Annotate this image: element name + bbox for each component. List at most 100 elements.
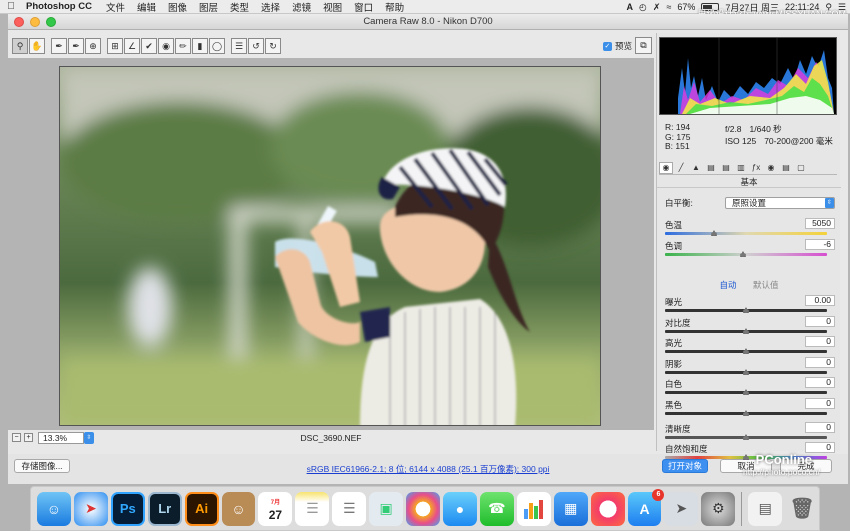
clarity-slider[interactable]: 清晰度 0: [665, 422, 835, 443]
open-object-button[interactable]: 打开对象: [662, 459, 708, 473]
slider-thumb[interactable]: [743, 348, 749, 354]
system-preferences-icon[interactable]: ⚙: [701, 491, 736, 526]
app-menu[interactable]: Photoshop CC: [22, 1, 100, 12]
menu-edit[interactable]: 编辑: [131, 0, 162, 14]
photos-icon[interactable]: [406, 491, 441, 526]
slider-value[interactable]: 0: [805, 357, 835, 368]
slider-thumb[interactable]: [743, 369, 749, 375]
snapshots-tab-icon[interactable]: ▢: [794, 162, 808, 174]
preview-checkbox[interactable]: ✓: [602, 41, 612, 51]
tint-slider[interactable]: 色调 -6: [665, 239, 835, 260]
menu-window[interactable]: 窗口: [348, 0, 379, 14]
zoom-tool-icon[interactable]: ⚲: [12, 38, 28, 54]
hand-tool-icon[interactable]: ✋: [29, 38, 45, 54]
apple-menu-icon[interactable]: : [0, 1, 22, 12]
safari-icon[interactable]: ➤: [73, 491, 108, 526]
bluetooth-icon[interactable]: ✗: [653, 2, 661, 13]
preview-image[interactable]: [59, 66, 601, 426]
timemachine-icon[interactable]: ◴: [639, 2, 647, 13]
whites-slider[interactable]: 白色 0: [665, 377, 835, 398]
slider-track[interactable]: [665, 253, 827, 256]
app-store-icon[interactable]: A6: [627, 488, 665, 526]
adobe-icon[interactable]: A: [627, 2, 634, 12]
slider-thumb[interactable]: [743, 389, 749, 395]
preview-app-icon[interactable]: ▣: [369, 491, 404, 526]
lens-corrections-tab-icon[interactable]: ▥: [734, 162, 748, 174]
radial-filter-icon[interactable]: ◯: [209, 38, 225, 54]
camera-calibration-tab-icon[interactable]: ◉: [764, 162, 778, 174]
photoshop-icon[interactable]: Ps: [110, 491, 145, 526]
slider-value[interactable]: 0.00: [805, 295, 835, 306]
tone-curve-tab-icon[interactable]: ╱: [674, 162, 688, 174]
slider-track[interactable]: [665, 232, 827, 235]
basic-tab-icon[interactable]: ◉: [659, 161, 673, 174]
graduated-filter-icon[interactable]: ▮: [192, 38, 208, 54]
slider-value[interactable]: -6: [805, 239, 835, 250]
spot-removal-tool-icon[interactable]: ✔: [141, 38, 157, 54]
menu-image[interactable]: 图像: [162, 0, 193, 14]
slider-value[interactable]: 5050: [805, 218, 835, 229]
crop-tool-icon[interactable]: ⊞: [107, 38, 123, 54]
fullscreen-toggle-icon[interactable]: ⧉: [635, 37, 652, 54]
white-balance-tool-icon[interactable]: ✒: [51, 38, 67, 54]
white-balance-select[interactable]: 原照设置 ⇳: [725, 197, 835, 209]
calendar-icon[interactable]: 7月 27: [258, 491, 293, 526]
contacts-icon[interactable]: ☺: [221, 491, 256, 526]
shadows-slider[interactable]: 阴影 0: [665, 357, 835, 378]
menu-view[interactable]: 视图: [317, 0, 348, 14]
menu-filter[interactable]: 滤镜: [286, 0, 317, 14]
exposure-slider[interactable]: 曝光 0.00: [665, 295, 835, 316]
slider-thumb[interactable]: [743, 307, 749, 313]
keynote-icon[interactable]: ▦: [553, 491, 588, 526]
slider-value[interactable]: 0: [805, 316, 835, 327]
slider-value[interactable]: 0: [805, 398, 835, 409]
document-icon[interactable]: ▤: [748, 491, 783, 526]
preview-toggle[interactable]: ✓ 预览: [602, 40, 632, 52]
menu-layer[interactable]: 图层: [193, 0, 224, 14]
targeted-adjustment-tool-icon[interactable]: ⊕: [85, 38, 101, 54]
red-eye-tool-icon[interactable]: ◉: [158, 38, 174, 54]
straighten-tool-icon[interactable]: ∠: [124, 38, 140, 54]
slider-value[interactable]: 0: [805, 336, 835, 347]
detail-tab-icon[interactable]: ▲: [689, 162, 703, 174]
launchpad-icon[interactable]: ➤: [664, 491, 699, 526]
menu-select[interactable]: 选择: [255, 0, 286, 14]
adjustment-brush-icon[interactable]: ✏: [175, 38, 191, 54]
default-link[interactable]: 默认值: [753, 280, 779, 290]
finder-icon[interactable]: ☺: [37, 491, 71, 526]
hsl-tab-icon[interactable]: ▤: [704, 162, 718, 174]
rotate-left-icon[interactable]: ↺: [248, 38, 264, 54]
rotate-right-icon[interactable]: ↻: [265, 38, 281, 54]
effects-tab-icon[interactable]: ƒx: [749, 162, 763, 174]
menu-help[interactable]: 帮助: [379, 0, 410, 14]
wifi-icon[interactable]: ≈: [666, 2, 671, 12]
slider-thumb[interactable]: [743, 434, 749, 440]
slider-value[interactable]: 0: [805, 377, 835, 388]
numbers-icon[interactable]: [516, 491, 551, 526]
illustrator-icon[interactable]: Ai: [184, 491, 219, 526]
messages-icon[interactable]: ●: [443, 491, 477, 526]
slider-thumb[interactable]: [743, 454, 749, 460]
temperature-slider[interactable]: 色温 5050: [665, 218, 835, 239]
slider-thumb[interactable]: [739, 251, 746, 257]
contrast-slider[interactable]: 对比度 0: [665, 316, 835, 337]
trash-icon[interactable]: 🗑: [785, 492, 819, 526]
slider-value[interactable]: 0: [805, 422, 835, 433]
menu-file[interactable]: 文件: [100, 0, 131, 14]
preferences-icon[interactable]: ☰: [231, 38, 247, 54]
slider-thumb[interactable]: [743, 328, 749, 334]
battery-label[interactable]: 67%: [677, 2, 695, 12]
blacks-slider[interactable]: 黑色 0: [665, 398, 835, 419]
vibrance-slider[interactable]: 自然饱和度 0: [665, 442, 835, 460]
split-toning-tab-icon[interactable]: ▤: [719, 162, 733, 174]
slider-thumb[interactable]: [743, 410, 749, 416]
auto-link[interactable]: 自动: [720, 280, 737, 290]
menu-type[interactable]: 类型: [224, 0, 255, 14]
slider-thumb[interactable]: [710, 230, 717, 236]
facetime-icon[interactable]: ☎: [479, 491, 514, 526]
presets-tab-icon[interactable]: ▤: [779, 162, 793, 174]
itunes-icon[interactable]: ♫: [590, 491, 625, 526]
reminders-icon[interactable]: ☰: [332, 491, 367, 526]
notes-icon[interactable]: ☰: [295, 491, 330, 526]
highlights-slider[interactable]: 高光 0: [665, 336, 835, 357]
